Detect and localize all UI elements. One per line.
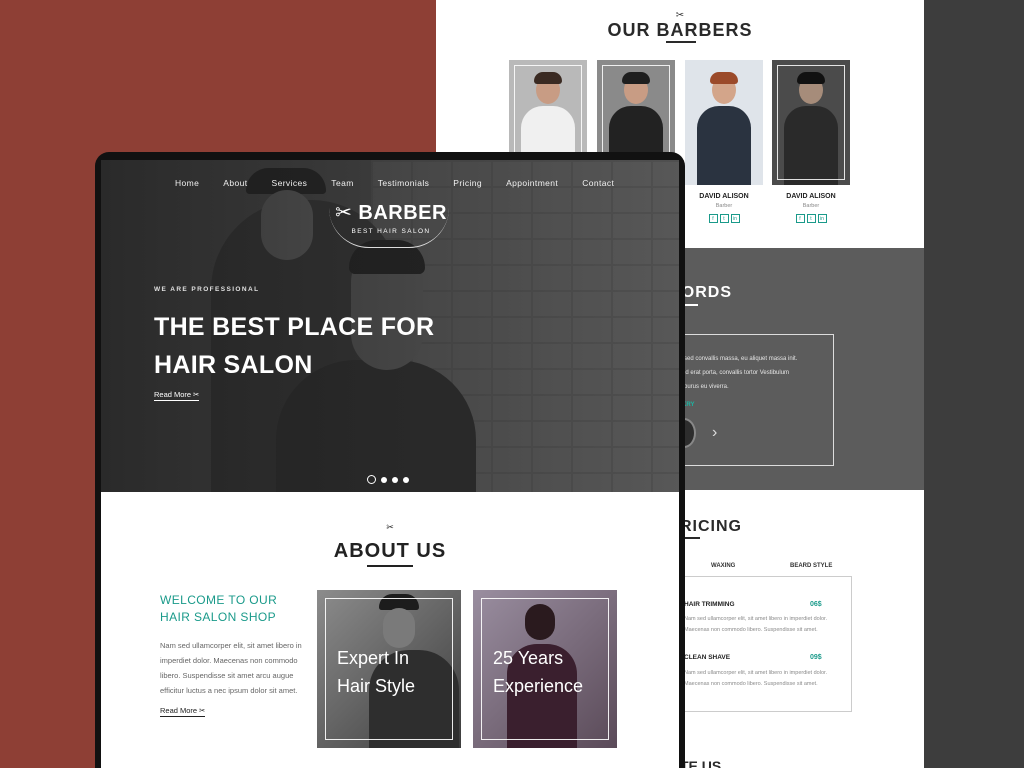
nav-contact[interactable]: Contact bbox=[582, 178, 614, 188]
barbers-title: OUR BARBERS bbox=[607, 20, 753, 40]
pricing-item-desc: Maecenas non commodo libero. Suspendisse… bbox=[684, 627, 818, 633]
nav-pricing[interactable]: Pricing bbox=[453, 178, 482, 188]
feature-card-line: 25 Years bbox=[493, 648, 564, 668]
next-arrow-icon[interactable]: › bbox=[712, 424, 717, 442]
logo-brand: ✂ BARBER bbox=[335, 202, 447, 224]
tablet-screen: Home About Services Team Testimonials Pr… bbox=[101, 160, 679, 768]
pricing-item-price: 06$ bbox=[810, 601, 822, 608]
barber-name: DAVID ALISON bbox=[699, 193, 749, 200]
feature-card[interactable]: 25 Years Experience bbox=[473, 590, 617, 748]
testimonial-text: sed convallis massa, eu aliquet massa in… bbox=[684, 356, 798, 362]
logo-tagline: BEST HAIR SALON bbox=[351, 228, 431, 235]
feature-card[interactable]: Expert In Hair Style bbox=[317, 590, 461, 748]
hero-headline-line: THE BEST PLACE FOR bbox=[154, 313, 435, 341]
slider-dot-active[interactable] bbox=[367, 475, 376, 484]
linkedin-icon[interactable]: in bbox=[817, 214, 827, 223]
pricing-item-price: 09$ bbox=[810, 654, 822, 661]
hero-section: Home About Services Team Testimonials Pr… bbox=[101, 160, 679, 492]
about-title: ABOUT US bbox=[333, 540, 447, 562]
pricing-item-name: HAIR TRIMMING bbox=[684, 601, 735, 608]
hero-read-more-link[interactable]: Read More ✂ bbox=[154, 390, 200, 401]
hero-headline: THE BEST PLACE FOR HAIR SALON bbox=[154, 308, 434, 384]
title-underline bbox=[367, 565, 413, 567]
testimonial-text: id erat porta, convallis tortor Vestibul… bbox=[684, 370, 790, 376]
about-body: Nam sed ullamcorper elit, sit amet liber… bbox=[160, 641, 302, 695]
pricing-item-name: CLEAN SHAVE bbox=[684, 654, 731, 661]
slider-dot[interactable] bbox=[392, 476, 398, 483]
main-nav: Home About Services Team Testimonials Pr… bbox=[175, 178, 614, 188]
tab-beard-style[interactable]: BEARD STYLE bbox=[790, 563, 832, 569]
feature-card-line: Experience bbox=[493, 676, 584, 696]
nav-testimonials[interactable]: Testimonials bbox=[378, 178, 430, 188]
pricing-item-desc: Maecenas non commodo libero. Suspendisse… bbox=[684, 681, 818, 687]
nav-team[interactable]: Team bbox=[331, 178, 353, 188]
feature-card-text: 25 Years Experience bbox=[493, 644, 583, 700]
slider-dot[interactable] bbox=[381, 476, 387, 483]
barber-name: DAVID ALISON bbox=[786, 193, 836, 200]
hero-eyebrow: WE ARE PROFESSIONAL bbox=[154, 286, 260, 293]
scissors-icon: ✂ bbox=[386, 522, 394, 532]
facebook-icon[interactable]: f bbox=[795, 214, 805, 223]
feature-card-line: Hair Style bbox=[337, 676, 416, 696]
barber-role: Barber bbox=[802, 203, 820, 209]
twitter-icon[interactable]: t bbox=[806, 214, 816, 223]
nav-about[interactable]: About bbox=[223, 178, 247, 188]
hero-headline-line: HAIR SALON bbox=[154, 351, 313, 379]
barber-card[interactable]: DAVID ALISON Barber f t in bbox=[685, 60, 763, 223]
nav-home[interactable]: Home bbox=[175, 178, 199, 188]
slider-dot[interactable] bbox=[403, 476, 409, 483]
pricing-item-desc: Nam sed ullamcorper elit, sit amet liber… bbox=[684, 670, 828, 676]
nav-services[interactable]: Services bbox=[272, 178, 308, 188]
contact-title: TE US bbox=[680, 758, 722, 768]
title-underline bbox=[666, 41, 696, 43]
tablet-frame: Home About Services Team Testimonials Pr… bbox=[95, 152, 685, 768]
about-welcome: WELCOME TO OUR HAIR SALON SHOP bbox=[160, 593, 278, 624]
facebook-icon[interactable]: f bbox=[708, 214, 718, 223]
pricing-item-desc: Nam sed ullamcorper elit, sit amet liber… bbox=[684, 616, 828, 622]
logo[interactable]: ✂ BARBER BEST HAIR SALON bbox=[331, 200, 451, 235]
twitter-icon[interactable]: t bbox=[719, 214, 729, 223]
testimonial-text: purus eu viverra. bbox=[684, 384, 729, 390]
barber-photo bbox=[772, 60, 850, 185]
about-read-more-link[interactable]: Read More ✂ bbox=[160, 706, 206, 717]
background-right bbox=[922, 0, 1024, 768]
slider-dots bbox=[367, 475, 409, 484]
tab-waxing[interactable]: WAXING bbox=[711, 563, 735, 569]
linkedin-icon[interactable]: in bbox=[730, 214, 740, 223]
pricing-title: RICING bbox=[680, 518, 742, 535]
barber-photo bbox=[685, 60, 763, 185]
feature-card-text: Expert In Hair Style bbox=[337, 644, 415, 700]
nav-appointment[interactable]: Appointment bbox=[506, 178, 558, 188]
barber-role: Barber bbox=[715, 203, 733, 209]
barber-card[interactable]: DAVID ALISON Barber f t in bbox=[772, 60, 850, 223]
feature-card-line: Expert In bbox=[337, 648, 410, 668]
